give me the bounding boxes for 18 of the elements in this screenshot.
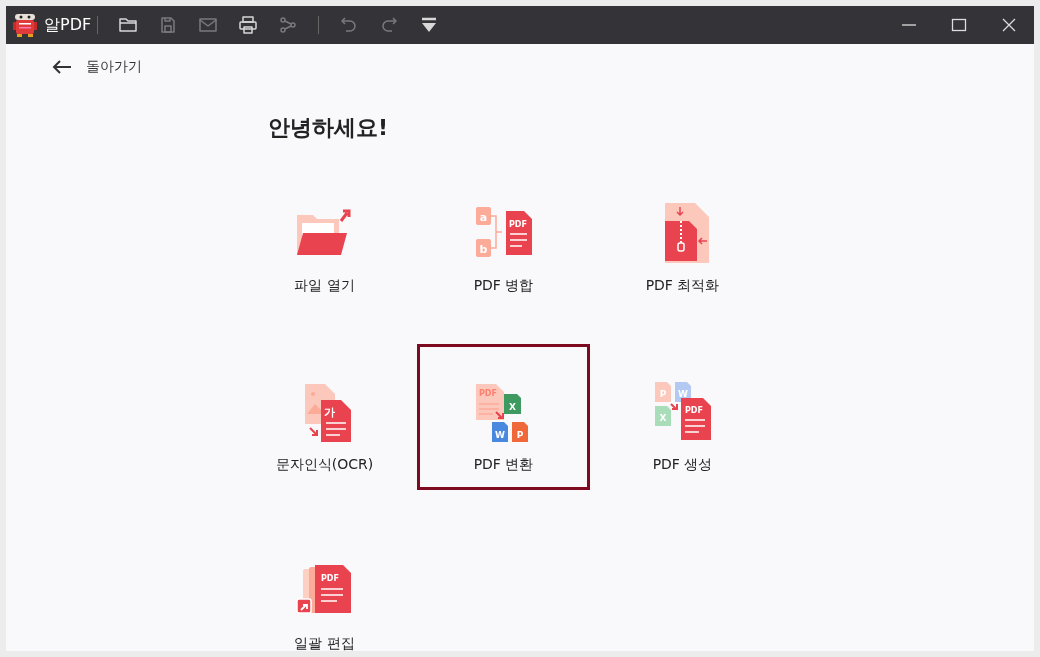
convert-tile[interactable]: PDF X W P PDF 변환 xyxy=(417,344,590,490)
back-link[interactable]: 돌아가기 xyxy=(86,58,142,76)
merge-tile[interactable]: a b PDF PDF 병합 xyxy=(417,165,590,311)
close-icon[interactable] xyxy=(1001,17,1017,33)
folder-icon[interactable] xyxy=(118,15,139,35)
ocr-tile[interactable]: 가 문자인식(OCR) xyxy=(238,344,411,490)
robot-logo-icon xyxy=(12,12,38,38)
maximize-icon[interactable] xyxy=(951,17,967,33)
batch-tile[interactable]: PDF 일괄 편집 xyxy=(238,523,411,651)
open-tile[interactable]: 파일 열기 xyxy=(238,165,411,311)
compress-tile[interactable]: PDF 최적화 xyxy=(596,165,769,311)
print-icon[interactable] xyxy=(238,15,259,35)
zip-file-icon xyxy=(664,203,709,263)
open-folder-icon xyxy=(296,209,350,255)
back-arrow-icon[interactable] xyxy=(52,59,72,75)
create-tile[interactable]: P W X PDF PDF 생성 xyxy=(596,344,769,490)
greeting-heading: 안녕하세요! xyxy=(268,114,390,142)
app-title: 알PDF xyxy=(44,14,92,36)
